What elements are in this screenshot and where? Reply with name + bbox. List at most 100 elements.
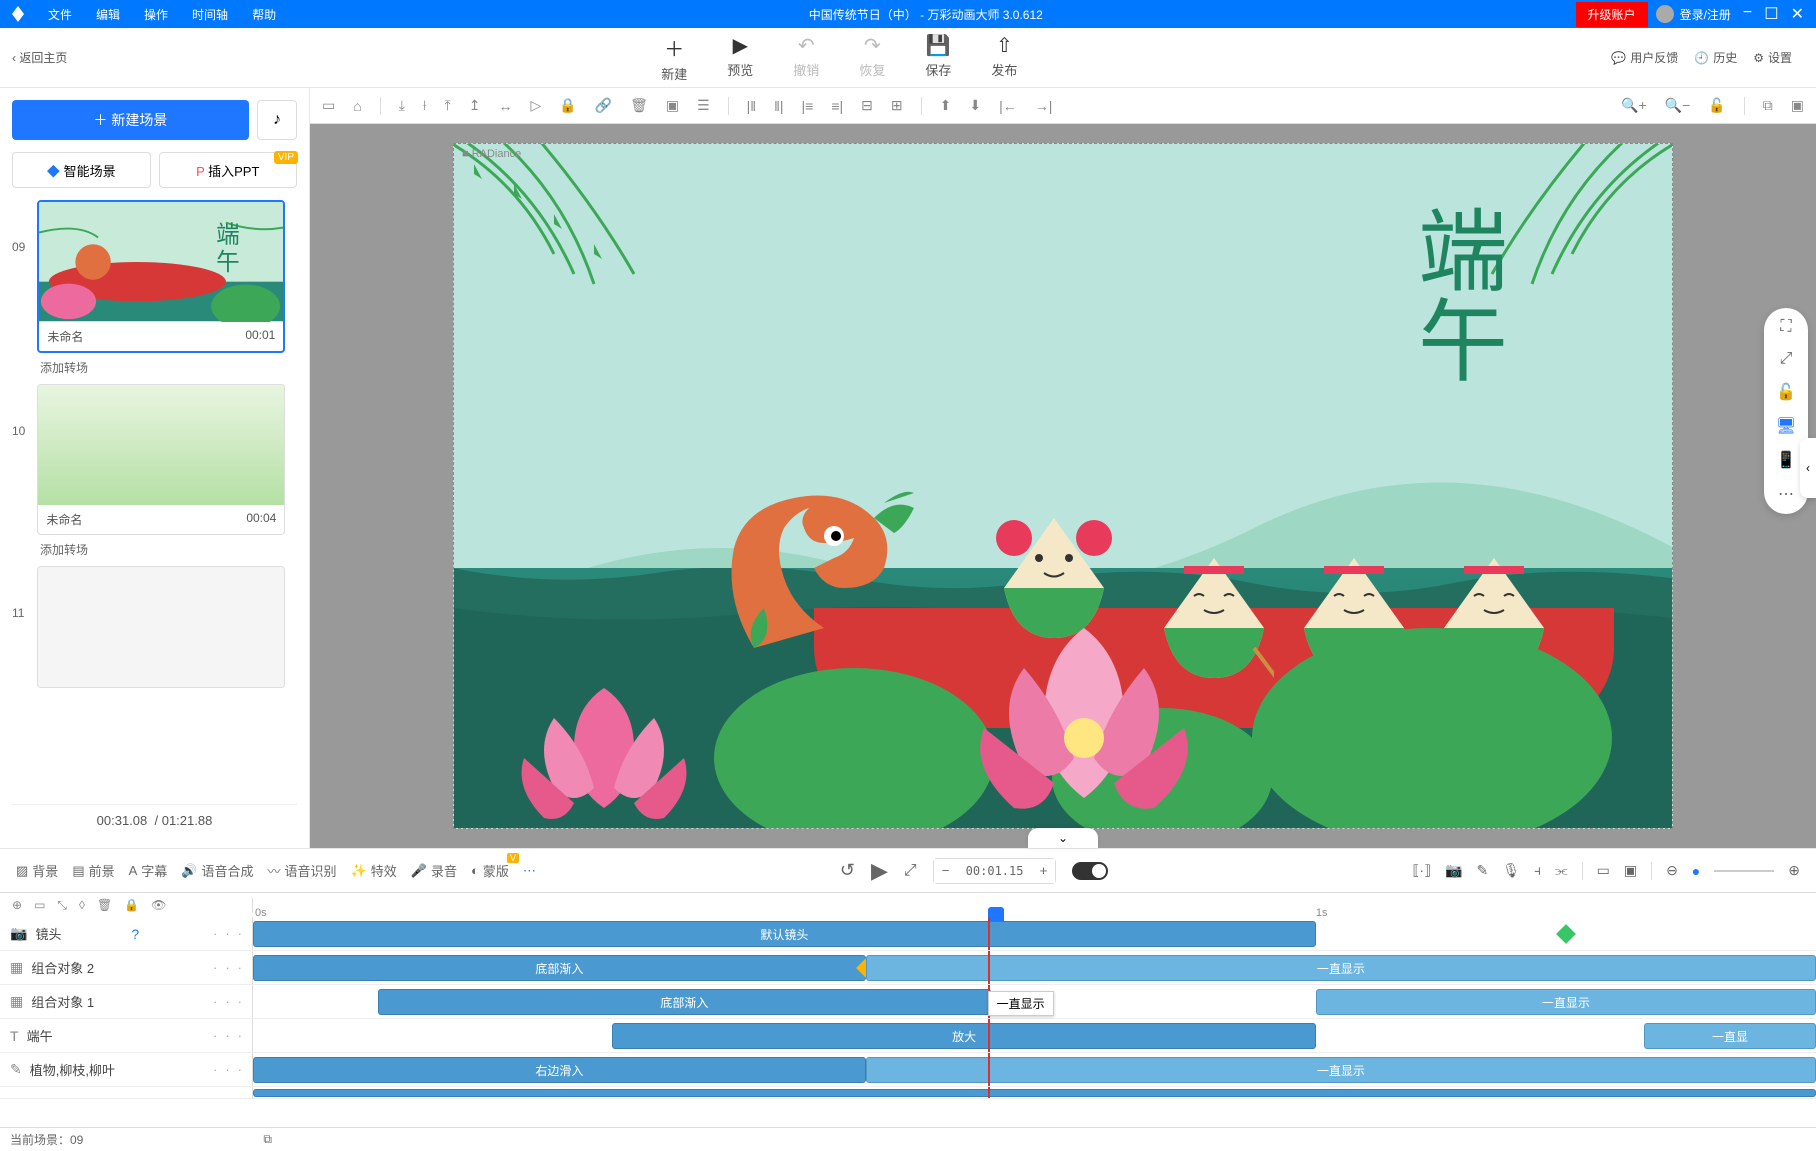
- align-middle-icon[interactable]: ↔: [498, 98, 512, 114]
- help-icon[interactable]: ?: [131, 926, 139, 942]
- feedback-button[interactable]: 💬用户反馈: [1611, 49, 1678, 66]
- timeline-clip[interactable]: 一直显示: [1316, 989, 1816, 1015]
- pencil-icon[interactable]: ✎: [1476, 862, 1488, 879]
- track-content[interactable]: 右边滑入一直显示: [253, 1053, 1816, 1086]
- track-label[interactable]: T端午···: [0, 1019, 253, 1052]
- more-icon[interactable]: ⋯: [1778, 484, 1794, 504]
- close-button[interactable]: ✕: [1791, 4, 1804, 24]
- expand-icon[interactable]: ⤢: [904, 862, 917, 880]
- smart-scene-button[interactable]: ◆ 智能场景: [12, 152, 151, 188]
- camera-icon[interactable]: 📷: [1445, 862, 1462, 879]
- back-button[interactable]: ‹ 返回主页: [12, 49, 67, 66]
- playhead-line[interactable]: [988, 1087, 990, 1098]
- timeline-clip[interactable]: 一直显示: [866, 1057, 1816, 1083]
- playhead-line[interactable]: [988, 1053, 990, 1086]
- tool-redo[interactable]: ↷恢复: [859, 33, 885, 83]
- keyframe-diamond[interactable]: [1556, 924, 1576, 944]
- insert-ppt-button[interactable]: P 插入PPTVIP: [159, 152, 298, 188]
- tab-mask[interactable]: ◐蒙版V: [471, 861, 509, 880]
- loop-toggle[interactable]: [1072, 862, 1108, 880]
- timeline-clip[interactable]: 一直显示: [866, 955, 1816, 981]
- lock-icon[interactable]: 🔒: [559, 97, 576, 114]
- unlock-icon[interactable]: 🔓: [1776, 382, 1796, 402]
- tab-subtitle[interactable]: A字幕: [129, 861, 168, 880]
- home-icon[interactable]: ⌂: [353, 98, 361, 114]
- tab-asr[interactable]: 〰语音识别: [268, 861, 337, 880]
- zoom-in-icon[interactable]: ⊕: [1788, 862, 1800, 879]
- add-track-icon[interactable]: ⊕: [12, 898, 22, 913]
- trash-icon[interactable]: 🗑: [97, 898, 112, 913]
- tab-foreground[interactable]: ▤前景: [72, 861, 114, 880]
- tool-undo[interactable]: ↶撤销: [793, 33, 819, 83]
- lock2-icon[interactable]: 🔒: [124, 898, 139, 913]
- menu-help[interactable]: 帮助: [252, 6, 276, 23]
- dist-h-icon[interactable]: |‖: [747, 98, 756, 114]
- desktop-icon[interactable]: 🖥: [1776, 416, 1796, 436]
- audio-button[interactable]: ♪: [257, 100, 297, 140]
- list-icon[interactable]: ☰: [697, 97, 710, 114]
- new-scene-button[interactable]: ＋ 新建场景: [12, 100, 249, 140]
- playhead-line[interactable]: [988, 917, 990, 950]
- maximize-button[interactable]: ☐: [1764, 4, 1778, 24]
- cursor-tool-icon[interactable]: ▭: [322, 97, 335, 114]
- timeline-clip[interactable]: 右边滑入: [253, 1057, 866, 1083]
- scene-item-11[interactable]: 11: [12, 566, 297, 688]
- box2-icon[interactable]: ▣: [1624, 862, 1637, 879]
- track-content[interactable]: 底部渐入一直显示: [253, 951, 1816, 984]
- add-transition[interactable]: 添加转场: [40, 359, 297, 376]
- minimize-button[interactable]: −: [1743, 4, 1752, 24]
- canvas-collapse-button[interactable]: ⌄: [1028, 828, 1098, 848]
- backward-icon[interactable]: ⬇: [969, 97, 981, 114]
- canvas-frame[interactable]: ■ RADiance 端午: [453, 143, 1673, 829]
- tab-tts[interactable]: 🔊语音合成: [181, 861, 253, 880]
- align-left-icon[interactable]: ⤓: [399, 97, 405, 114]
- upgrade-button[interactable]: 升级账户: [1576, 2, 1648, 27]
- resize-icon[interactable]: ⤡: [57, 898, 67, 913]
- bring-icon[interactable]: →|: [1035, 98, 1053, 114]
- center-h-icon[interactable]: ⊟: [861, 97, 873, 114]
- align-right-icon[interactable]: ⤒: [445, 97, 451, 114]
- mobile-icon[interactable]: 📱: [1776, 450, 1796, 470]
- zoom-slider-icon[interactable]: ●: [1692, 863, 1700, 879]
- play-button[interactable]: ▶: [871, 858, 888, 884]
- align-bottom-icon[interactable]: ▷: [530, 97, 541, 114]
- history-button[interactable]: 🕘历史: [1694, 49, 1737, 66]
- align-center-v-icon[interactable]: ⟊: [423, 97, 427, 114]
- track-content[interactable]: 底部渐入一直显示一直显示: [253, 985, 1816, 1018]
- unlock-icon[interactable]: 🔓: [1708, 97, 1725, 114]
- align-top-icon[interactable]: ↥: [469, 97, 481, 114]
- tool-save[interactable]: 💾保存: [925, 33, 951, 83]
- timeline-clip[interactable]: 一直显: [1644, 1023, 1816, 1049]
- track-content[interactable]: 默认镜头: [253, 917, 1816, 950]
- menu-action[interactable]: 操作: [144, 6, 168, 23]
- bracket-icon[interactable]: ⟦·⟧: [1413, 862, 1432, 879]
- timeline-clip[interactable]: 放大: [612, 1023, 1315, 1049]
- send-icon[interactable]: |←: [999, 98, 1017, 114]
- more-tabs-icon[interactable]: ⋯: [523, 863, 536, 879]
- timeline-clip[interactable]: 底部渐入: [378, 989, 991, 1015]
- zoom-out-icon[interactable]: 🔍−: [1665, 97, 1691, 114]
- add-transition[interactable]: 添加转场: [40, 541, 297, 558]
- time-minus-button[interactable]: −: [934, 859, 958, 883]
- playhead-line[interactable]: [988, 1019, 990, 1052]
- fullscreen-icon[interactable]: ⛶: [1780, 318, 1791, 336]
- tool-new[interactable]: ＋新建: [661, 33, 687, 83]
- right-collapse-tab[interactable]: ‹: [1800, 438, 1816, 498]
- menu-file[interactable]: 文件: [48, 6, 72, 23]
- copy-icon[interactable]: ⧉: [1763, 97, 1773, 114]
- track-content[interactable]: 放大 一直显: [253, 1019, 1816, 1052]
- rewind-icon[interactable]: ↺: [840, 860, 855, 881]
- tool-preview[interactable]: ▶预览: [727, 33, 753, 83]
- tool-publish[interactable]: ⇧发布: [991, 33, 1017, 83]
- menu-edit[interactable]: 编辑: [96, 6, 120, 23]
- zoom-out-icon[interactable]: ⊖: [1666, 862, 1678, 879]
- scene-item-09[interactable]: 09 端 午: [12, 200, 297, 353]
- canvas-title-text[interactable]: 端午: [1395, 204, 1512, 384]
- time-plus-button[interactable]: +: [1031, 859, 1055, 883]
- settings-button[interactable]: ⚙设置: [1753, 49, 1792, 66]
- delete-icon[interactable]: 🗑: [630, 97, 648, 114]
- group-icon[interactable]: ▣: [666, 97, 679, 114]
- playhead-line[interactable]: [988, 951, 990, 984]
- eye-icon[interactable]: 👁: [151, 898, 166, 913]
- box1-icon[interactable]: ▭: [1597, 862, 1610, 879]
